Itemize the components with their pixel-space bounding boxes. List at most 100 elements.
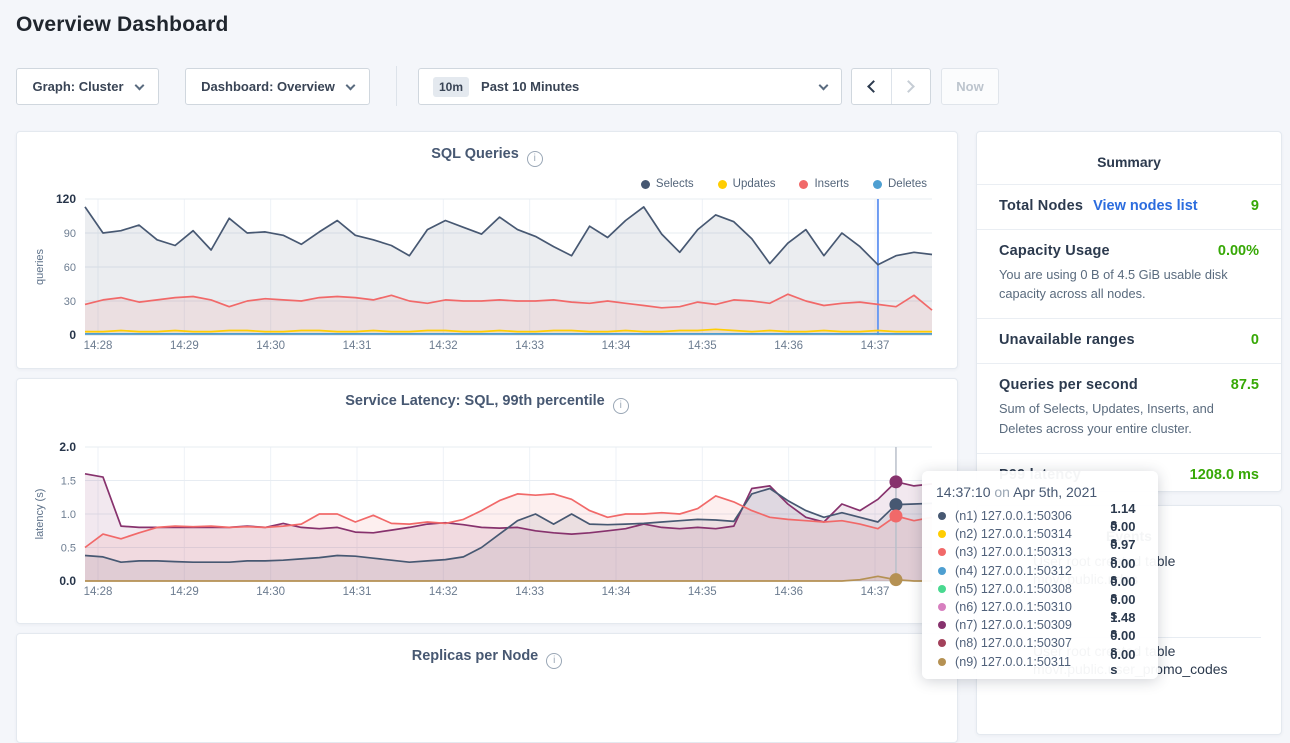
node-address: (n1) 127.0.0.1:50306 bbox=[955, 509, 1110, 523]
chart-title: Replicas per Node i bbox=[17, 648, 957, 669]
summary-header: Summary bbox=[977, 132, 1281, 184]
x-axis-tick: 14:33 bbox=[515, 586, 544, 598]
x-axis-tick: 14:28 bbox=[84, 340, 113, 352]
node-address: (n4) 127.0.0.1:50312 bbox=[955, 564, 1110, 578]
now-button-label: Now bbox=[956, 79, 983, 94]
now-button[interactable]: Now bbox=[941, 68, 999, 105]
time-nav-group bbox=[851, 68, 931, 105]
summary-row-value: 9 bbox=[1251, 198, 1259, 214]
y-axis-tick: 30 bbox=[64, 296, 76, 308]
service-latency-chart[interactable]: 14:2814:2914:3014:3114:3214:3314:3414:35… bbox=[17, 379, 957, 623]
info-icon[interactable]: i bbox=[546, 653, 562, 669]
summary-row-label: Capacity Usage bbox=[999, 243, 1110, 259]
x-axis-tick: 14:34 bbox=[602, 340, 631, 352]
chevron-down-icon bbox=[819, 80, 829, 90]
page-title: Overview Dashboard bbox=[16, 13, 229, 37]
chevron-down-icon bbox=[134, 80, 144, 90]
summary-row: Queries per second 87.5 Sum of Selects, Up… bbox=[977, 363, 1281, 452]
x-axis-tick: 14:30 bbox=[256, 586, 285, 598]
node-series-dot-icon bbox=[938, 548, 946, 556]
summary-row-value: 1208.0 ms bbox=[1190, 467, 1259, 483]
y-axis-tick: 0.5 bbox=[61, 543, 76, 555]
node-latency-value: 0.00 s bbox=[1110, 647, 1144, 677]
time-prev-button[interactable] bbox=[852, 69, 891, 104]
x-axis-tick: 14:37 bbox=[861, 340, 890, 352]
hover-marker bbox=[889, 573, 902, 586]
summary-row: Capacity Usage 0.00% You are using 0 B of … bbox=[977, 229, 1281, 318]
hover-marker bbox=[889, 475, 902, 488]
summary-row-label: Total Nodes bbox=[999, 198, 1083, 214]
time-range-label: Past 10 Minutes bbox=[481, 79, 579, 94]
time-range-badge: 10m bbox=[433, 77, 469, 97]
node-series-dot-icon bbox=[938, 567, 946, 575]
x-axis-tick: 14:31 bbox=[343, 340, 372, 352]
sql-queries-chart[interactable]: 14:28 14:29 14:30 14:31 14:32 14:33 14:34 14:35… bbox=[17, 132, 957, 368]
service-latency-chart-panel: Service Latency: SQL, 99th percentilei 1… bbox=[16, 378, 958, 624]
view-nodes-list-link[interactable]: View nodes list bbox=[1093, 198, 1198, 214]
hover-marker bbox=[889, 498, 902, 511]
node-series-dot-icon bbox=[938, 512, 946, 520]
sql-queries-chart-panel: SQL Queriesi SelectsUpdatesInsertsDelete… bbox=[16, 131, 958, 369]
x-axis-tick: 14:36 bbox=[774, 340, 803, 352]
node-address: (n7) 127.0.0.1:50309 bbox=[955, 618, 1110, 632]
chevron-left-icon bbox=[867, 80, 880, 93]
graph-dropdown[interactable]: Graph: Cluster bbox=[16, 68, 159, 105]
y-axis-tick: 0 bbox=[69, 328, 76, 342]
summary-row-label: Queries per second bbox=[999, 377, 1138, 393]
node-address: (n5) 127.0.0.1:50308 bbox=[955, 582, 1110, 596]
y-axis-tick: 1.0 bbox=[61, 509, 76, 521]
node-series-dot-icon bbox=[938, 603, 946, 611]
chevron-down-icon bbox=[345, 80, 355, 90]
node-series-dot-icon bbox=[938, 658, 946, 666]
tooltip-node-row: (n9) 127.0.0.1:503110.00 s bbox=[936, 653, 1144, 671]
x-axis-tick: 14:33 bbox=[515, 340, 544, 352]
summary-row: Total Nodes View nodes list 9 bbox=[977, 184, 1281, 229]
x-axis-tick: 14:32 bbox=[429, 340, 458, 352]
y-axis-label: queries bbox=[34, 248, 46, 285]
summary-row-value: 0.00% bbox=[1218, 243, 1259, 259]
chart-hover-tooltip: 14:37:10 on Apr 5th, 2021 (n1) 127.0.0.1… bbox=[922, 471, 1158, 679]
x-axis-tick: 14:37 bbox=[861, 586, 890, 598]
dashboard-dropdown-label: Dashboard: Overview bbox=[201, 79, 335, 94]
node-series-dot-icon bbox=[938, 530, 946, 538]
x-axis-tick: 14:29 bbox=[170, 586, 199, 598]
hover-marker bbox=[889, 510, 902, 523]
time-next-button[interactable] bbox=[891, 69, 930, 104]
node-address: (n6) 127.0.0.1:50310 bbox=[955, 600, 1110, 614]
y-axis-tick: 120 bbox=[56, 192, 76, 206]
y-axis-tick: 0.0 bbox=[59, 574, 76, 588]
time-range-dropdown[interactable]: 10m Past 10 Minutes bbox=[418, 68, 842, 105]
summary-row-value: 0 bbox=[1251, 332, 1259, 348]
graph-dropdown-label: Graph: Cluster bbox=[32, 79, 123, 94]
tooltip-connector: on bbox=[994, 484, 1010, 500]
chevron-right-icon bbox=[903, 80, 916, 93]
node-address: (n8) 127.0.0.1:50307 bbox=[955, 636, 1110, 650]
node-address: (n2) 127.0.0.1:50314 bbox=[955, 527, 1110, 541]
y-axis-tick: 60 bbox=[64, 262, 76, 274]
x-axis-tick: 14:36 bbox=[774, 586, 803, 598]
tooltip-date: Apr 5th, 2021 bbox=[1013, 484, 1097, 500]
x-axis-tick: 14:29 bbox=[170, 340, 199, 352]
x-axis-tick: 14:34 bbox=[602, 586, 631, 598]
summary-row-value: 87.5 bbox=[1231, 377, 1259, 393]
tooltip-timestamp: 14:37:10 on Apr 5th, 2021 bbox=[936, 484, 1144, 500]
summary-row-label: Unavailable ranges bbox=[999, 332, 1135, 348]
x-axis-tick: 14:28 bbox=[84, 586, 113, 598]
node-address: (n3) 127.0.0.1:50313 bbox=[955, 545, 1110, 559]
chart-title-text: Replicas per Node bbox=[412, 648, 539, 664]
summary-row-description: You are using 0 B of 4.5 GiB usable disk… bbox=[999, 265, 1259, 303]
y-axis-tick: 2.0 bbox=[59, 440, 76, 454]
node-series-dot-icon bbox=[938, 585, 946, 593]
y-axis-label: latency (s) bbox=[34, 489, 46, 540]
y-axis-tick: 1.5 bbox=[61, 476, 76, 488]
replicas-per-node-chart-panel: Replicas per Node i bbox=[16, 633, 958, 743]
x-axis-tick: 14:35 bbox=[688, 340, 717, 352]
x-axis-tick: 14:32 bbox=[429, 586, 458, 598]
node-series-dot-icon bbox=[938, 639, 946, 647]
dashboard-dropdown[interactable]: Dashboard: Overview bbox=[185, 68, 370, 105]
summary-row-description: Sum of Selects, Updates, Inserts, and De… bbox=[999, 399, 1259, 437]
node-address: (n9) 127.0.0.1:50311 bbox=[955, 655, 1110, 669]
summary-row: Unavailable ranges 0 bbox=[977, 318, 1281, 363]
x-axis-tick: 14:31 bbox=[343, 586, 372, 598]
x-axis-tick: 14:30 bbox=[256, 340, 285, 352]
